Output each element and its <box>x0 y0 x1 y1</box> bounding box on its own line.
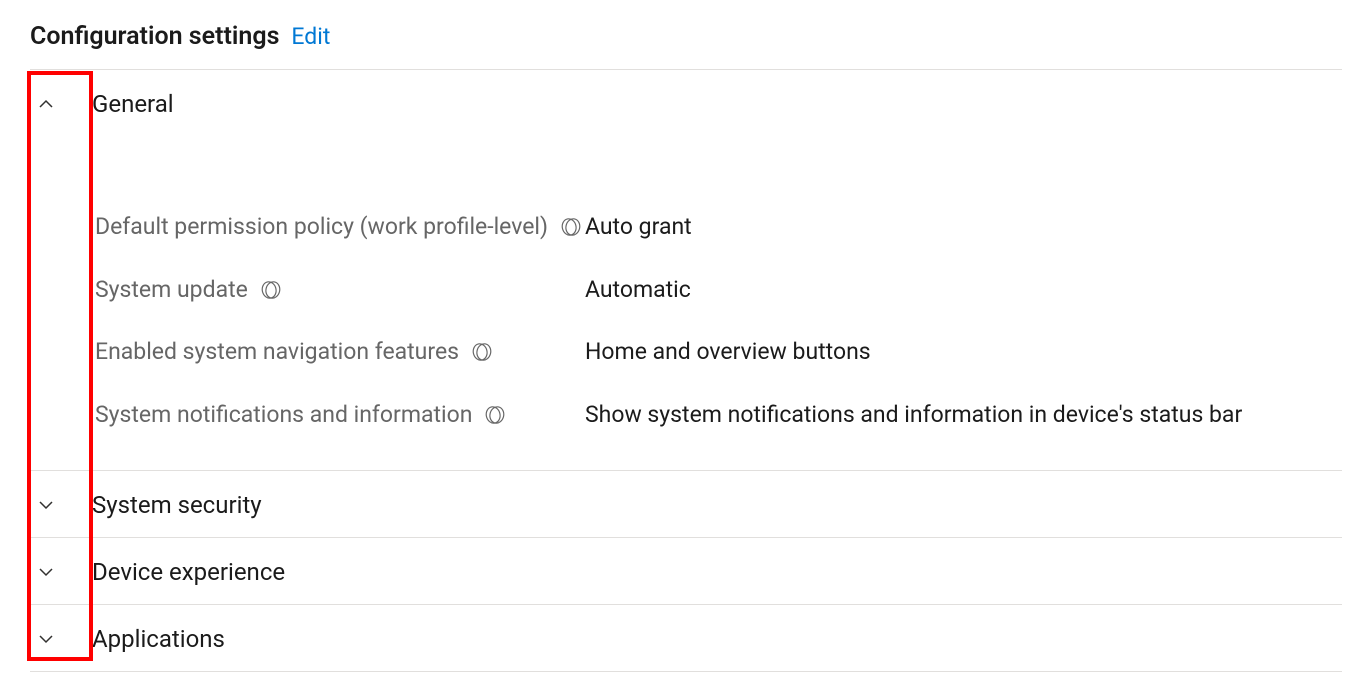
setting-row: System notifications and information Sho… <box>95 384 1342 447</box>
chevron-up-icon[interactable] <box>30 94 62 114</box>
setting-row: System update Automatic <box>95 259 1342 322</box>
setting-row: Default permission policy (work profile-… <box>95 196 1342 259</box>
setting-row: Enabled system navigation features Home … <box>95 321 1342 384</box>
setting-value: Auto grant <box>585 210 1342 245</box>
section-body-general: Default permission policy (work profile-… <box>30 136 1342 471</box>
setting-label: System update <box>95 273 585 308</box>
setting-value: Automatic <box>585 273 1342 308</box>
info-icon[interactable] <box>260 279 282 301</box>
setting-label: System notifications and information <box>95 398 585 433</box>
section-header-system-security[interactable]: System security <box>30 471 1342 538</box>
setting-label: Default permission policy (work profile-… <box>95 210 585 245</box>
section-title-general: General <box>92 90 174 118</box>
section-title-applications: Applications <box>92 625 225 653</box>
page-header: Configuration settings Edit <box>30 22 1342 51</box>
chevron-down-icon[interactable] <box>30 495 62 515</box>
info-icon[interactable] <box>484 404 506 426</box>
setting-value: Show system notifications and informatio… <box>585 398 1342 433</box>
edit-link[interactable]: Edit <box>291 23 330 50</box>
info-icon[interactable] <box>560 216 582 238</box>
info-icon[interactable] <box>471 341 493 363</box>
page-title: Configuration settings <box>30 22 279 51</box>
setting-label: Enabled system navigation features <box>95 335 585 370</box>
section-header-applications[interactable]: Applications <box>30 605 1342 672</box>
section-title-device-experience: Device experience <box>92 558 285 586</box>
section-header-device-experience[interactable]: Device experience <box>30 538 1342 605</box>
chevron-down-icon[interactable] <box>30 562 62 582</box>
section-header-general[interactable]: General <box>30 70 1342 136</box>
chevron-down-icon[interactable] <box>30 629 62 649</box>
section-title-system-security: System security <box>92 491 262 519</box>
setting-value: Home and overview buttons <box>585 335 1342 370</box>
